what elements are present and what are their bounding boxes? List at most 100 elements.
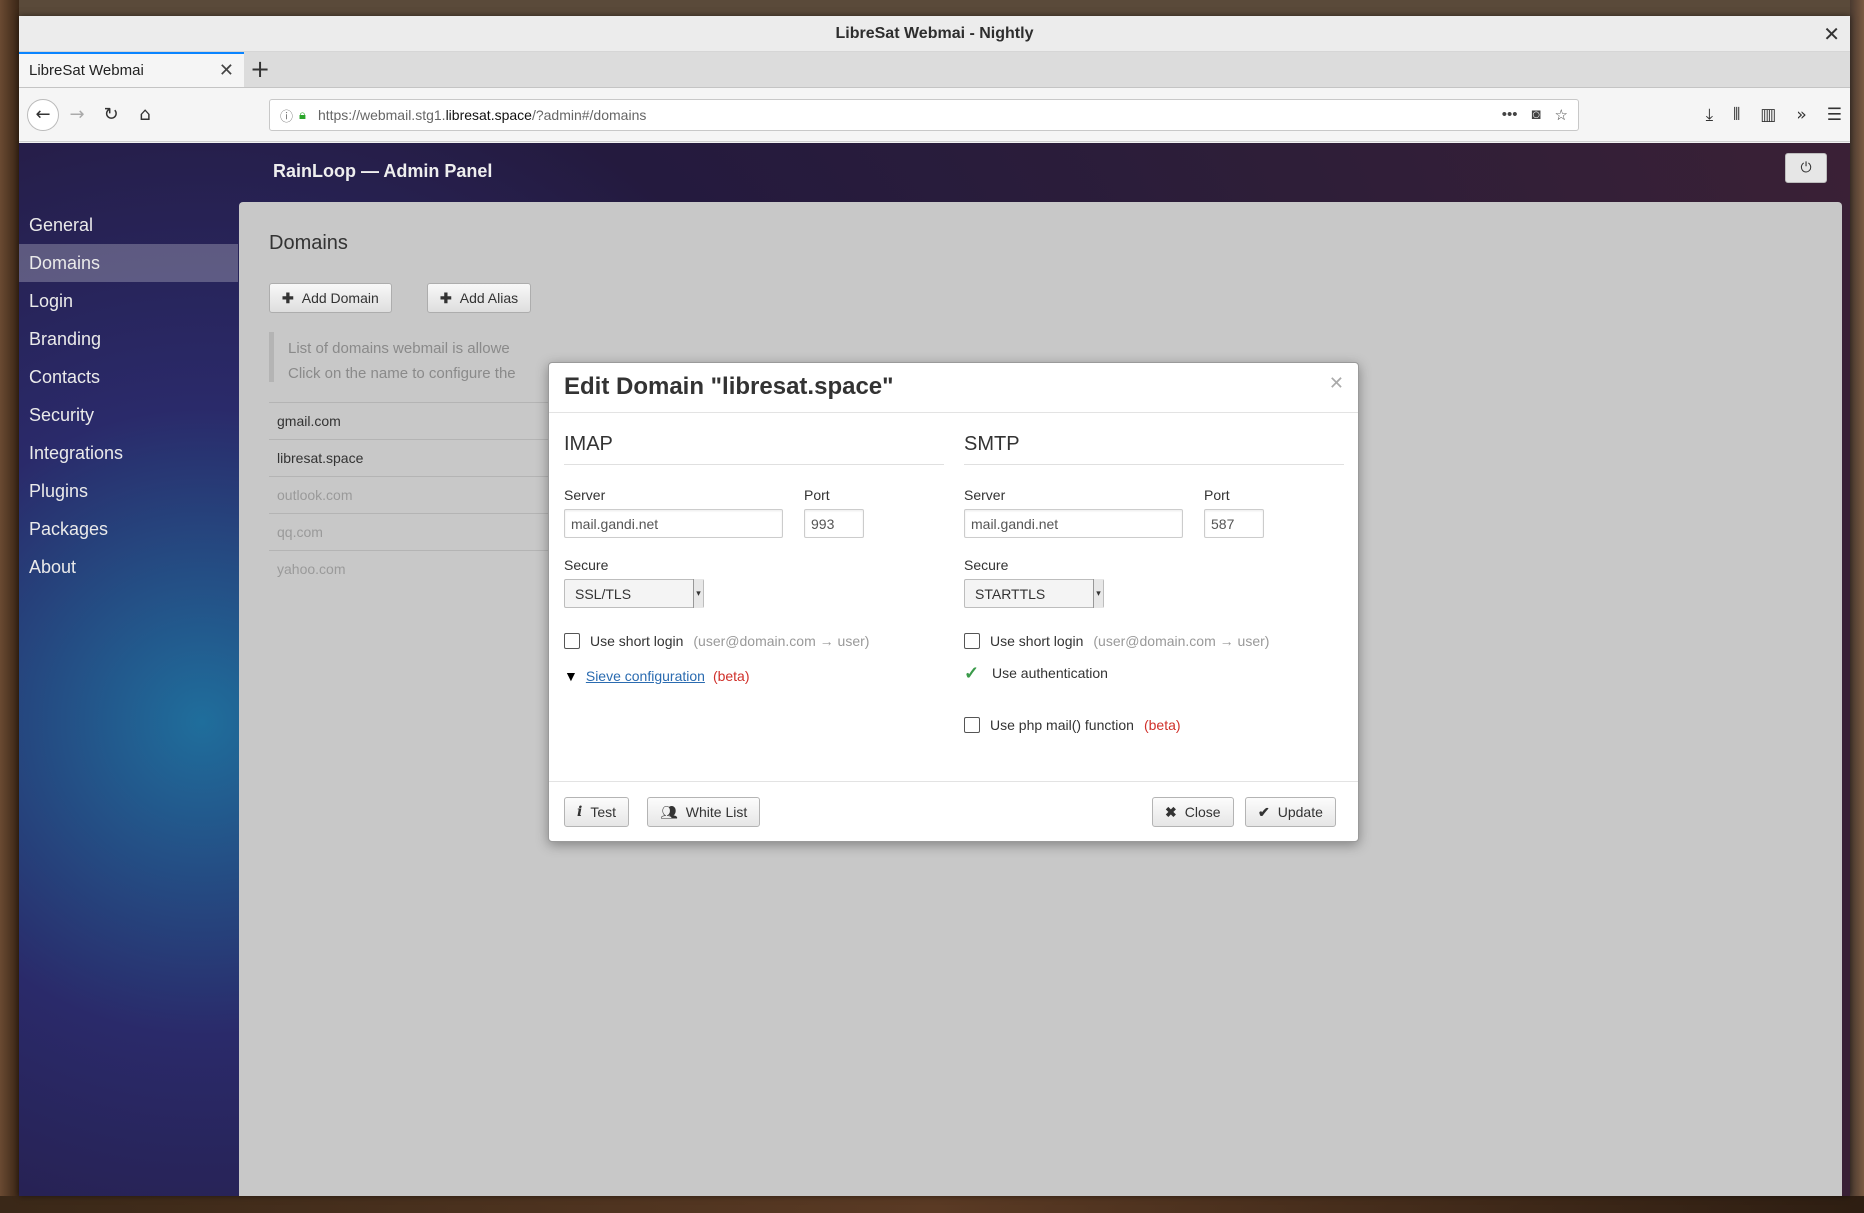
smtp-php-mail-checkbox[interactable]: Use php mail() function (beta) — [964, 717, 1181, 733]
window-titlebar: LibreSat Webmai - Nightly ✕ — [19, 16, 1850, 52]
imap-port-input[interactable]: 993 — [804, 509, 864, 538]
sidebar-item-integrations[interactable]: Integrations — [19, 434, 238, 472]
info-icon: i — [577, 804, 583, 820]
sidebar-item-general[interactable]: General — [19, 206, 238, 244]
browser-window: LibreSat Webmai - Nightly ✕ LibreSat Web… — [19, 16, 1850, 1196]
window-close-icon[interactable]: ✕ — [1823, 22, 1840, 46]
web-page: RainLoop — Admin Panel ⏻ General Domains… — [19, 143, 1850, 1196]
modal-title: Edit Domain "libresat.space" — [564, 373, 894, 400]
smtp-secure-value: STARTTLS — [975, 585, 1046, 602]
home-icon[interactable]: ⌂ — [129, 99, 161, 131]
imap-short-login-checkbox[interactable]: Use short login (user@domain.com → user) — [564, 633, 869, 649]
browser-tab[interactable]: LibreSat Webmai ✕ — [19, 51, 244, 87]
close-button[interactable]: ✖ Close — [1152, 797, 1234, 827]
sidebar-item-contacts[interactable]: Contacts — [19, 358, 238, 396]
smtp-short-login-hint: (user@domain.com → user) — [1093, 633, 1270, 649]
sidebar-item-security[interactable]: Security — [19, 396, 238, 434]
reload-icon[interactable]: ↻ — [95, 99, 127, 131]
url-suffix: /?admin#/domains — [531, 107, 647, 123]
url-bar[interactable]: ⓘ 🔒︎ https://webmail.stg1. libresat.space… — [269, 99, 1579, 131]
smtp-heading: SMTP — [964, 431, 1344, 465]
smtp-section: SMTP — [964, 431, 1344, 465]
sidebar-item-packages[interactable]: Packages — [19, 510, 238, 548]
back-icon[interactable]: ← — [27, 98, 59, 131]
sidebar-item-branding[interactable]: Branding — [19, 320, 238, 358]
desktop-background-bottom — [0, 1196, 1864, 1213]
desktop-background-left — [0, 0, 19, 1213]
white-list-button[interactable]: 👥︎ White List — [647, 797, 761, 827]
smtp-auth-checkbox[interactable]: ✓ Use authentication — [964, 663, 1108, 683]
sidebar-item-login[interactable]: Login — [19, 282, 238, 320]
checkbox-unchecked-icon — [964, 633, 980, 649]
checkbox-unchecked-icon — [564, 633, 580, 649]
test-button[interactable]: i Test — [564, 797, 630, 827]
users-icon: 👥︎ — [660, 803, 678, 820]
imap-server-label: Server — [564, 487, 606, 503]
modal-close-icon[interactable]: ✕ — [1329, 373, 1344, 394]
checkmark-icon: ✓ — [964, 663, 980, 683]
imap-section: IMAP — [564, 431, 944, 465]
sidebar-toggle-icon[interactable]: ▥ — [1760, 105, 1776, 125]
smtp-secure-select[interactable]: STARTTLS ▾ — [964, 579, 1104, 608]
pocket-icon[interactable]: ◙ — [1531, 106, 1540, 124]
imap-server-input[interactable]: mail.gandi.net — [564, 509, 783, 538]
new-tab-icon[interactable]: + — [244, 51, 276, 87]
app-title: RainLoop — Admin Panel — [273, 161, 493, 181]
imap-secure-select[interactable]: SSL/TLS ▾ — [564, 579, 704, 608]
modal-footer: i Test 👥︎ White List ✖ Close ✔ Update — [549, 781, 1358, 841]
admin-sidebar: General Domains Login Branding Contacts … — [19, 206, 238, 586]
sieve-config-row: ▼ Sieve configuration (beta) — [564, 668, 750, 684]
lock-icon: 🔒︎ — [299, 107, 306, 122]
smtp-php-mail-label: Use php mail() function — [990, 717, 1134, 733]
update-label: Update — [1277, 804, 1323, 820]
imap-port-label: Port — [804, 487, 830, 503]
smtp-port-input[interactable]: 587 — [1204, 509, 1264, 538]
chevron-down-icon: ▾ — [1093, 579, 1103, 608]
imap-short-login-label: Use short login — [590, 633, 684, 649]
imap-short-login-hint: (user@domain.com → user) — [693, 633, 870, 649]
chevron-down-icon: ▾ — [693, 579, 703, 608]
sidebar-item-about[interactable]: About — [19, 548, 238, 586]
smtp-short-login-label: Use short login — [990, 633, 1084, 649]
page-actions-icon[interactable]: ••• — [1502, 106, 1518, 124]
sieve-beta-badge: (beta) — [712, 668, 750, 684]
white-list-label: White List — [685, 804, 748, 820]
menu-icon[interactable]: ☰ — [1827, 105, 1842, 125]
window-title: LibreSat Webmai - Nightly — [835, 24, 1034, 42]
php-mail-beta-badge: (beta) — [1143, 717, 1181, 733]
forward-icon[interactable]: → — [61, 99, 93, 131]
edit-domain-modal: Edit Domain "libresat.space" ✕ IMAP Serv… — [548, 362, 1359, 842]
check-icon: ✔ — [1258, 803, 1270, 820]
logout-power-button[interactable]: ⏻ — [1785, 153, 1827, 183]
smtp-server-label: Server — [964, 487, 1006, 503]
tab-title: LibreSat Webmai — [29, 62, 144, 79]
desktop-background-right — [1850, 0, 1864, 1213]
checkbox-unchecked-icon — [964, 717, 980, 733]
library-icon[interactable]: ⫴ — [1733, 105, 1740, 125]
smtp-auth-label: Use authentication — [992, 665, 1108, 681]
bookmark-star-icon[interactable]: ☆ — [1555, 106, 1568, 124]
sidebar-item-plugins[interactable]: Plugins — [19, 472, 238, 510]
imap-secure-value: SSL/TLS — [575, 585, 632, 602]
smtp-short-login-checkbox[interactable]: Use short login (user@domain.com → user) — [964, 633, 1269, 649]
url-prefix: https://webmail.stg1. — [317, 107, 446, 123]
sidebar-item-domains[interactable]: Domains — [19, 244, 238, 282]
navigation-bar: ← → ↻ ⌂ ⓘ 🔒︎ https://webmail.stg1. libres… — [19, 88, 1850, 142]
tab-strip: LibreSat Webmai ✕ + — [19, 51, 1850, 88]
smtp-server-input[interactable]: mail.gandi.net — [964, 509, 1183, 538]
close-label: Close — [1184, 804, 1221, 820]
info-icon[interactable]: ⓘ — [280, 106, 293, 125]
smtp-port-label: Port — [1204, 487, 1230, 503]
tab-close-icon[interactable]: ✕ — [219, 60, 234, 81]
filter-icon: ▼ — [564, 668, 578, 684]
close-icon: ✖ — [1165, 803, 1177, 820]
sieve-configuration-link[interactable]: Sieve configuration — [586, 668, 705, 684]
imap-secure-label: Secure — [564, 557, 609, 573]
imap-heading: IMAP — [564, 431, 944, 465]
update-button[interactable]: ✔ Update — [1245, 797, 1336, 827]
modal-header: Edit Domain "libresat.space" ✕ — [549, 363, 1358, 413]
downloads-icon[interactable]: ⤓ — [1706, 105, 1714, 125]
url-host: libresat.space — [445, 107, 532, 123]
smtp-secure-label: Secure — [964, 557, 1009, 573]
overflow-icon[interactable]: » — [1796, 105, 1806, 125]
